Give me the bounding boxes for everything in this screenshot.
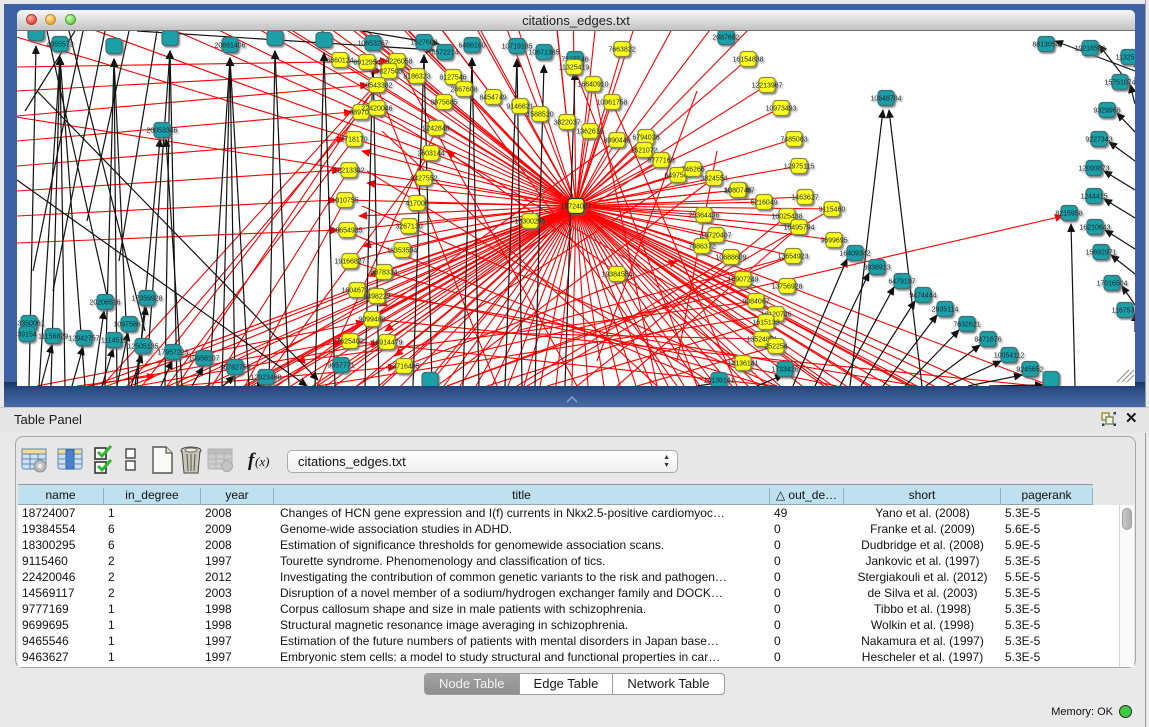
svg-text:(x): (x): [255, 454, 269, 469]
